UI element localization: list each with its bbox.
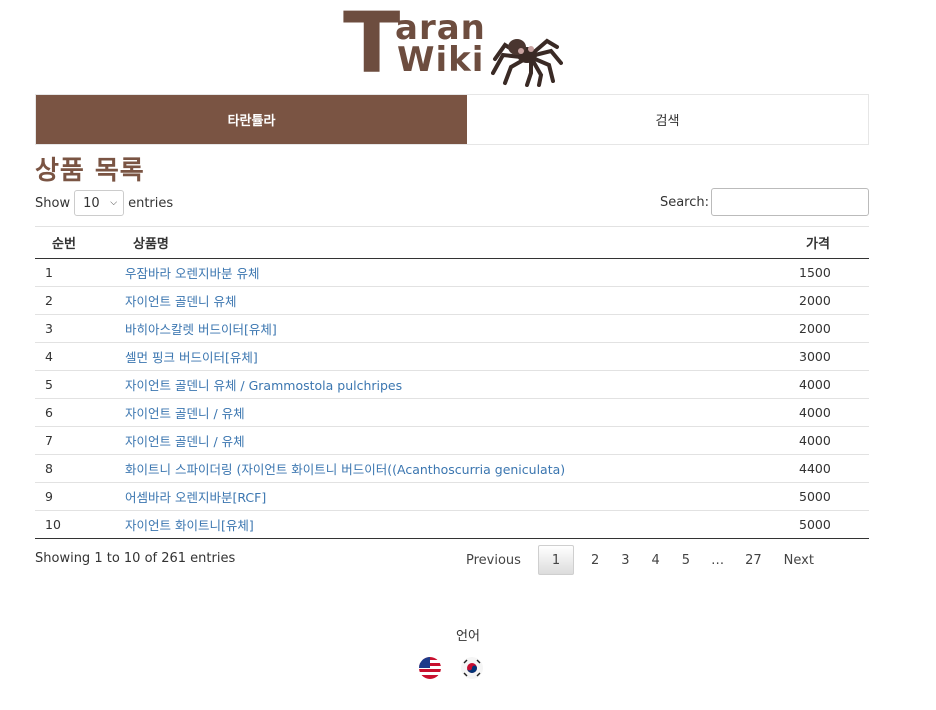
row-price: 3000: [790, 342, 869, 371]
table-info: Showing 1 to 10 of 261 entries: [35, 551, 236, 566]
tarantula-icon: [491, 38, 563, 87]
table-row: 6 자이언트 골덴니 / 유체 4000: [35, 398, 869, 427]
row-number: 2: [35, 286, 125, 315]
column-header-number[interactable]: 순번: [35, 226, 125, 259]
product-link[interactable]: 우잠바라 오렌지바분 유체: [125, 266, 259, 281]
row-price: 4000: [790, 426, 869, 455]
next-button[interactable]: Next: [773, 545, 825, 575]
table-row: 7 자이언트 골덴니 / 유체 4000: [35, 426, 869, 455]
row-number: 4: [35, 342, 125, 371]
language-switcher: [419, 657, 483, 679]
us-flag-icon[interactable]: [419, 657, 441, 679]
row-number: 6: [35, 398, 125, 427]
logo-letter: T: [343, 0, 400, 92]
table-row: 3 바히아스칼렛 버드이터[유체] 2000: [35, 314, 869, 343]
product-link[interactable]: 자이언트 골덴니 유체 / Grammostola pulchripes: [125, 378, 402, 393]
search-input[interactable]: [711, 188, 869, 216]
product-link[interactable]: 셀먼 핑크 버드이터[유체]: [125, 350, 258, 365]
row-price: 1500: [790, 258, 869, 287]
row-price: 2000: [790, 314, 869, 343]
row-price: 4000: [790, 370, 869, 399]
page-title: 상품 목록: [35, 156, 145, 186]
column-header-name[interactable]: 상품명: [125, 226, 790, 259]
table-row: 1 우잠바라 오렌지바분 유체 1500: [35, 258, 869, 287]
product-link[interactable]: 어셈바라 오렌지바분[RCF]: [125, 490, 266, 505]
chevron-down-icon: ⌵: [110, 198, 118, 208]
row-number: 1: [35, 258, 125, 287]
table-header-row: 순번 상품명 가격: [35, 226, 869, 259]
product-link[interactable]: 화이트니 스파이더링 (자이언트 화이트니 버드이터((Acanthoscurr…: [125, 462, 565, 477]
page-button-last[interactable]: 27: [734, 545, 773, 575]
row-price: 4400: [790, 454, 869, 483]
logo-line2: Wiki: [397, 40, 485, 80]
row-number: 8: [35, 454, 125, 483]
row-price: 4000: [790, 398, 869, 427]
product-link[interactable]: 자이언트 골덴니 / 유체: [125, 434, 245, 449]
page-button[interactable]: 4: [641, 545, 671, 575]
row-number: 5: [35, 370, 125, 399]
tab-search[interactable]: 검색: [467, 95, 868, 144]
entries-select[interactable]: 10 ⌵: [74, 190, 125, 216]
table-row: 8 화이트니 스파이더링 (자이언트 화이트니 버드이터((Acanthoscur…: [35, 454, 869, 483]
site-logo[interactable]: T aran Wiki: [343, 0, 565, 92]
pagination-ellipsis: …: [711, 552, 725, 568]
entries-length-control: Show 10 ⌵ entries: [35, 190, 173, 216]
row-price: 5000: [790, 510, 869, 539]
language-label: 언어: [456, 629, 480, 644]
search-label: Search:: [659, 194, 709, 210]
page-button-current[interactable]: 1: [537, 545, 574, 575]
row-price: 2000: [790, 286, 869, 315]
page-button[interactable]: 5: [671, 545, 701, 575]
product-table: 순번 상품명 가격 1 우잠바라 오렌지바분 유체 1500 2 자이언트 골덴니 유…: [35, 226, 869, 539]
table-row: 5 자이언트 골덴니 유체 / Grammostola pulchripes 400…: [35, 370, 869, 399]
table-search: Search:: [660, 188, 869, 216]
tab-tarantula[interactable]: 타란튤라: [36, 95, 467, 144]
product-link[interactable]: 바히아스칼렛 버드이터[유체]: [125, 322, 277, 337]
previous-button[interactable]: Previous: [455, 545, 532, 575]
main-nav: 타란튤라 검색: [35, 94, 869, 145]
row-number: 3: [35, 314, 125, 343]
row-price: 5000: [790, 482, 869, 511]
row-number: 9: [35, 482, 125, 511]
entries-label: entries: [128, 195, 174, 211]
table-row: 2 자이언트 골덴니 유체 2000: [35, 286, 869, 315]
row-number: 7: [35, 426, 125, 455]
table-row: 4 셀먼 핑크 버드이터[유체] 3000: [35, 342, 869, 371]
product-link[interactable]: 자이언트 화이트니[유체]: [125, 518, 254, 533]
kr-flag-icon[interactable]: [461, 657, 483, 679]
column-header-price[interactable]: 가격: [790, 226, 869, 259]
table-row: 10 자이언트 화이트니[유체] 5000: [35, 510, 869, 539]
show-label: Show: [35, 195, 71, 211]
page-button[interactable]: 2: [580, 545, 610, 575]
page-button[interactable]: 3: [610, 545, 640, 575]
entries-select-value: 10: [83, 195, 100, 211]
table-row: 9 어셈바라 오렌지바분[RCF] 5000: [35, 482, 869, 511]
product-link[interactable]: 자이언트 골덴니 유체: [125, 294, 236, 309]
pagination: Previous 1 2 3 4 5 … 27 Next: [455, 545, 825, 575]
row-number: 10: [35, 510, 125, 539]
product-link[interactable]: 자이언트 골덴니 / 유체: [125, 406, 245, 421]
